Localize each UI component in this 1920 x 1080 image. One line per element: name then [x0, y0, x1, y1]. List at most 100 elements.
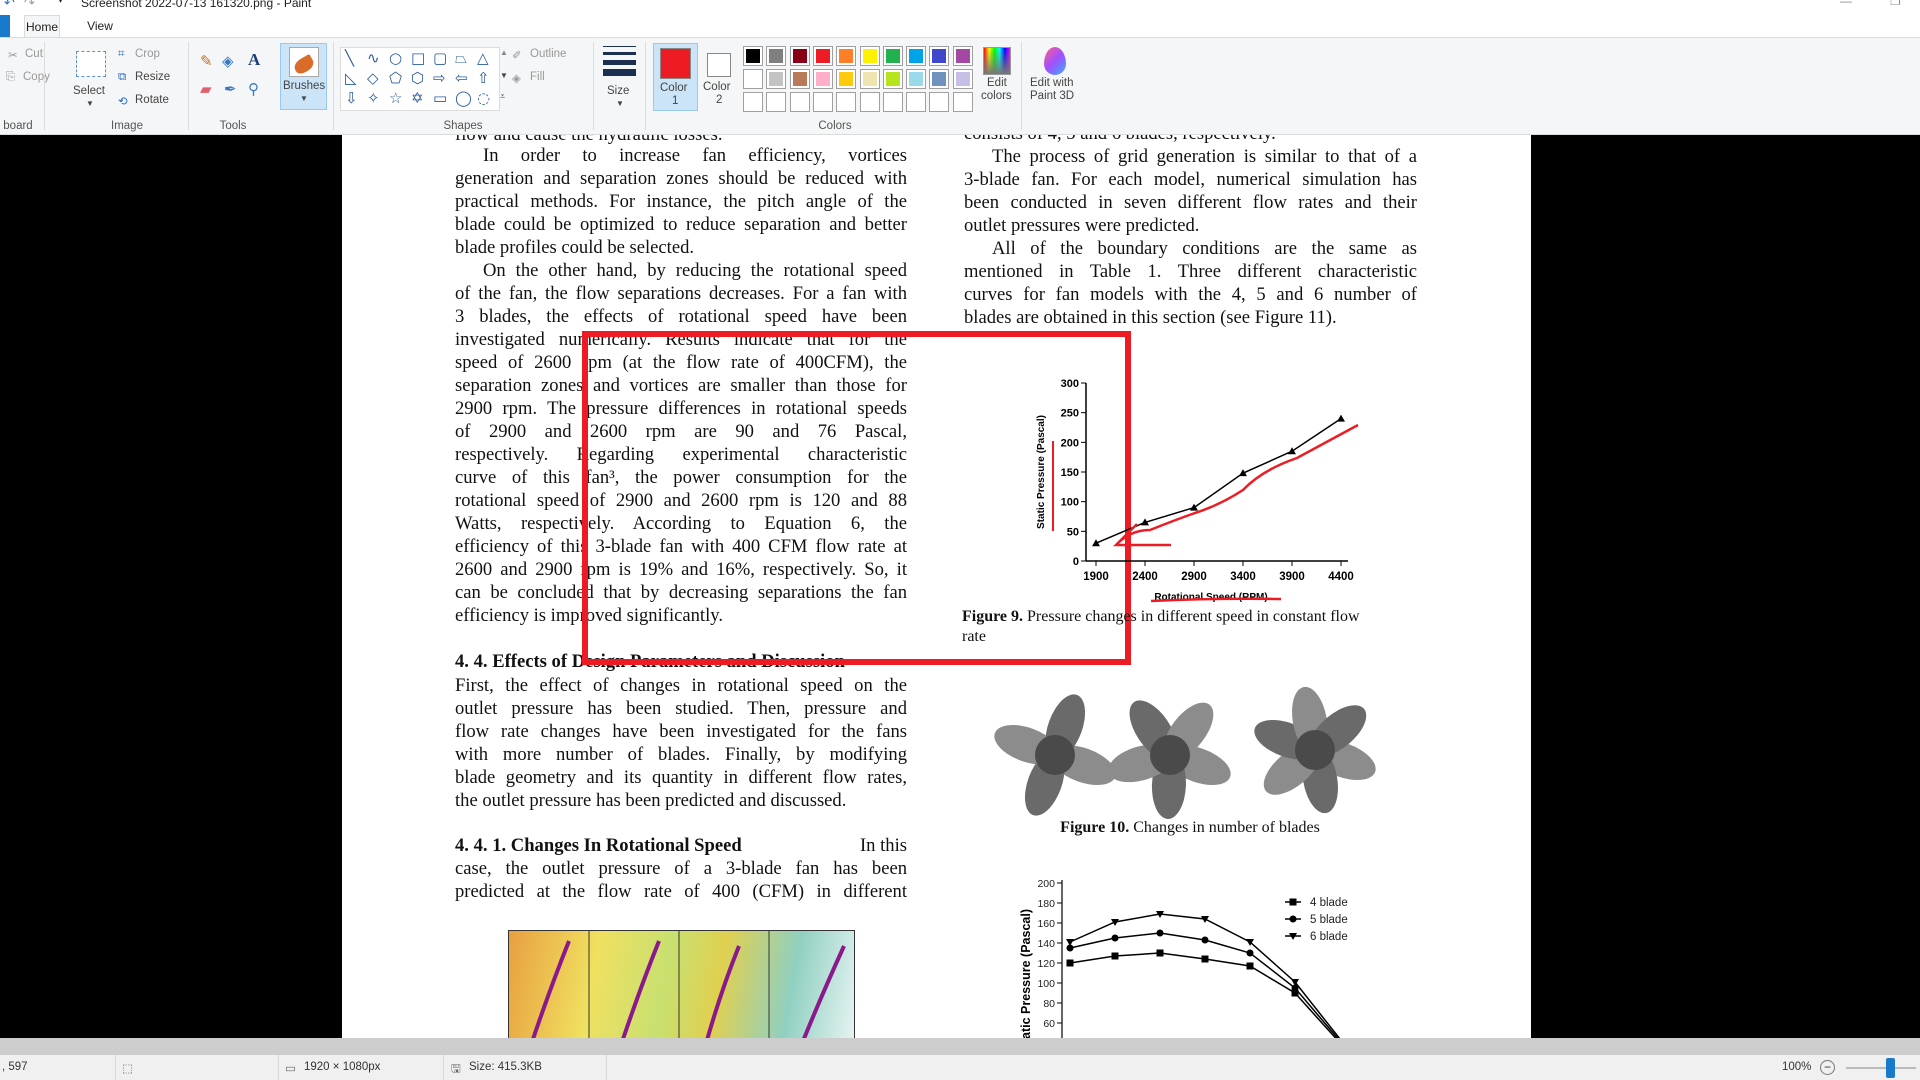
palette-color-swatch[interactable] [882, 92, 903, 112]
y-tick-label: 60 [1043, 1018, 1055, 1030]
palette-color-swatch[interactable] [952, 46, 973, 66]
triangle-shape-icon[interactable]: △ [477, 49, 489, 67]
gallery-down-icon[interactable]: ▼ [500, 71, 508, 80]
palette-color-swatch[interactable] [906, 46, 927, 66]
edit-colors-button[interactable]: Edit colors [978, 43, 1016, 113]
zoom-slider-thumb[interactable] [1886, 1058, 1895, 1078]
outline-button[interactable]: Outline [530, 48, 566, 60]
select-dropdown-icon[interactable]: ▼ [86, 99, 94, 108]
palette-color-swatch[interactable] [929, 69, 950, 89]
palette-color-swatch[interactable] [812, 69, 833, 89]
curve-shape-icon[interactable]: ∿ [367, 49, 380, 67]
cut-button[interactable]: Cut [25, 48, 43, 60]
four-point-star-shape-icon[interactable]: ✧ [367, 89, 380, 107]
crop-button[interactable]: Crop [135, 48, 160, 60]
color-picker-icon[interactable]: ✒ [224, 80, 237, 98]
palette-color-swatch[interactable] [859, 92, 880, 112]
magnifier-icon[interactable]: ⚲ [248, 80, 259, 98]
brushes-button[interactable]: Brushes ▼ [280, 43, 327, 110]
up-arrow-shape-icon[interactable]: ⇧ [477, 69, 490, 87]
palette-color-swatch[interactable] [812, 92, 833, 112]
oval-shape-icon[interactable]: ○ [389, 49, 402, 67]
tab-file[interactable] [0, 15, 10, 37]
palette-color-swatch[interactable] [766, 92, 787, 112]
gallery-expand-icon[interactable]: ⩡ [500, 91, 505, 102]
palette-color-swatch[interactable] [743, 92, 763, 112]
paint3d-label-2: Paint 3D [1030, 90, 1075, 102]
palette-color-swatch[interactable] [836, 46, 857, 66]
select-icon[interactable] [76, 51, 106, 77]
horizontal-scrollbar[interactable] [0, 1038, 1920, 1055]
color2-button[interactable]: Color 2 [702, 43, 738, 111]
size-button[interactable]: Size [607, 85, 629, 97]
oval-callout-shape-icon[interactable]: ◯ [455, 89, 472, 107]
palette-color-swatch[interactable] [766, 46, 787, 66]
rectangle-shape-icon[interactable]: □ [411, 49, 425, 67]
minimize-icon[interactable]: — [1840, 0, 1852, 8]
right-triangle-shape-icon[interactable]: ◺ [345, 69, 357, 87]
maximize-icon[interactable]: ❐ [1890, 0, 1901, 8]
rotate-button[interactable]: Rotate [135, 94, 169, 106]
polygon-shape-icon[interactable]: ⏢ [455, 49, 467, 67]
down-arrow-shape-icon[interactable]: ⇩ [345, 89, 358, 107]
text-tool-icon[interactable]: A [248, 50, 260, 70]
zoom-level: 100% [1782, 1061, 1812, 1073]
palette-color-swatch[interactable] [766, 69, 787, 89]
color1-button[interactable]: Color 1 [653, 43, 698, 111]
pentagon-shape-icon[interactable]: ⬠ [389, 69, 402, 87]
palette-color-swatch[interactable] [859, 69, 880, 89]
data-point [1156, 949, 1164, 957]
zoom-out-button[interactable]: − [1820, 1060, 1835, 1075]
canvas-dimensions: 1920 × 1080px [304, 1061, 381, 1073]
fill-button[interactable]: Fill [530, 71, 545, 83]
drawing-canvas[interactable]: flow and cause the hydraulic losses. In … [0, 135, 1920, 1038]
pencil-icon[interactable]: ✎ [200, 52, 213, 70]
palette-color-swatch[interactable] [906, 92, 927, 112]
edit-with-paint3d-button[interactable]: Edit with Paint 3D [1026, 43, 1084, 113]
palette-color-swatch[interactable] [789, 92, 810, 112]
palette-color-swatch[interactable] [929, 46, 950, 66]
palette-color-swatch[interactable] [952, 92, 973, 112]
palette-color-swatch[interactable] [882, 69, 903, 89]
five-point-star-shape-icon[interactable]: ☆ [389, 89, 402, 107]
palette-color-swatch[interactable] [836, 69, 857, 89]
rounded-rectangle-shape-icon[interactable]: ▢ [433, 49, 447, 67]
redo-icon[interactable]: ↷ [24, 0, 35, 11]
select-button[interactable]: Select [73, 85, 105, 97]
palette-color-swatch[interactable] [882, 46, 903, 66]
right-arrow-shape-icon[interactable]: ⇨ [433, 69, 446, 87]
palette-color-swatch[interactable] [743, 46, 763, 66]
palette-color-swatch[interactable] [789, 46, 810, 66]
palette-color-swatch[interactable] [836, 92, 857, 112]
ribbon-tabs: Home View [0, 15, 1920, 37]
resize-icon: ⧉ [118, 71, 127, 83]
size-dropdown-icon[interactable]: ▼ [616, 99, 624, 108]
palette-color-swatch[interactable] [743, 69, 763, 89]
copy-button[interactable]: Copy [23, 71, 50, 83]
left-arrow-shape-icon[interactable]: ⇦ [455, 69, 468, 87]
tab-view[interactable]: View [82, 15, 118, 37]
tab-home[interactable]: Home [24, 15, 60, 37]
palette-color-swatch[interactable] [952, 69, 973, 89]
gallery-up-icon[interactable]: ▲ [500, 48, 508, 57]
fill-bucket-icon[interactable]: ◈ [222, 52, 234, 70]
eraser-icon[interactable]: ▰ [200, 80, 212, 98]
data-point [1289, 898, 1297, 906]
palette-color-swatch[interactable] [929, 92, 950, 112]
diamond-shape-icon[interactable]: ◇ [367, 69, 379, 87]
six-point-star-shape-icon[interactable]: ✡ [411, 89, 424, 107]
palette-color-swatch[interactable] [859, 46, 880, 66]
size-icon[interactable] [603, 46, 636, 76]
palette-color-swatch[interactable] [812, 46, 833, 66]
line-shape-icon[interactable]: ╲ [345, 49, 354, 67]
hexagon-shape-icon[interactable]: ⬡ [411, 69, 424, 87]
undo-icon[interactable]: ↶ [4, 0, 15, 11]
fan-model-6-blades [1254, 686, 1376, 814]
rounded-callout-shape-icon[interactable]: ▭ [433, 89, 447, 107]
zoom-slider[interactable] [1846, 1067, 1916, 1069]
cloud-callout-shape-icon[interactable]: ◌ [477, 89, 490, 107]
palette-color-swatch[interactable] [906, 69, 927, 89]
palette-color-swatch[interactable] [789, 69, 810, 89]
resize-button[interactable]: Resize [135, 71, 170, 83]
quick-access-dropdown-icon[interactable]: ▾ [58, 0, 63, 6]
